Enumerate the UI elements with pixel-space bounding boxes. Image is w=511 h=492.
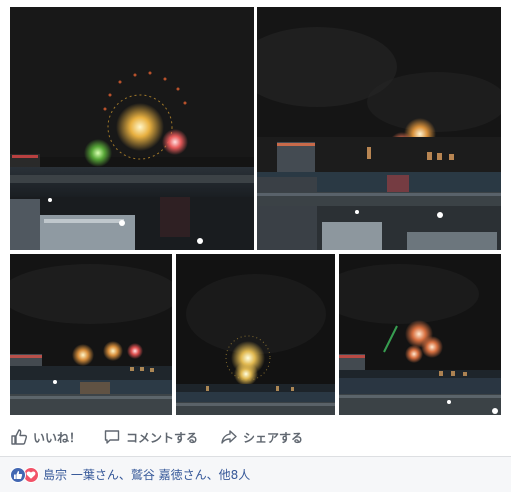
like-icon xyxy=(10,466,26,483)
fireworks-photo-4[interactable] xyxy=(176,254,335,415)
fireworks-image xyxy=(10,254,172,415)
reaction-names[interactable]: 島宗 一葉さん、鷲谷 嘉徳さん、他8人 xyxy=(43,466,250,483)
reaction-icons[interactable] xyxy=(10,466,39,483)
fireworks-photo-2[interactable] xyxy=(257,7,501,250)
fireworks-photo-1[interactable] xyxy=(10,7,254,250)
fireworks-photo-5[interactable] xyxy=(339,254,501,415)
post-actions-bar: いいね！ コメントする シェアする xyxy=(0,418,511,456)
fireworks-image xyxy=(339,254,501,415)
like-label: いいね！ xyxy=(33,430,82,445)
photo-grid xyxy=(0,0,511,418)
like-button[interactable]: いいね！ xyxy=(10,422,81,452)
share-label: シェアする xyxy=(243,430,304,445)
thumbs-up-icon xyxy=(11,429,28,445)
fireworks-image xyxy=(10,7,254,250)
share-arrow-icon xyxy=(221,430,237,444)
share-button[interactable]: シェアする xyxy=(220,422,303,452)
fireworks-image xyxy=(257,7,501,250)
comment-button[interactable]: コメントする xyxy=(103,422,198,452)
comment-label: コメントする xyxy=(126,430,199,445)
reactions-summary: 島宗 一葉さん、鷲谷 嘉徳さん、他8人 xyxy=(0,457,511,492)
comment-icon xyxy=(104,430,120,444)
fireworks-photo-3[interactable] xyxy=(10,254,172,415)
fireworks-image xyxy=(176,254,335,415)
